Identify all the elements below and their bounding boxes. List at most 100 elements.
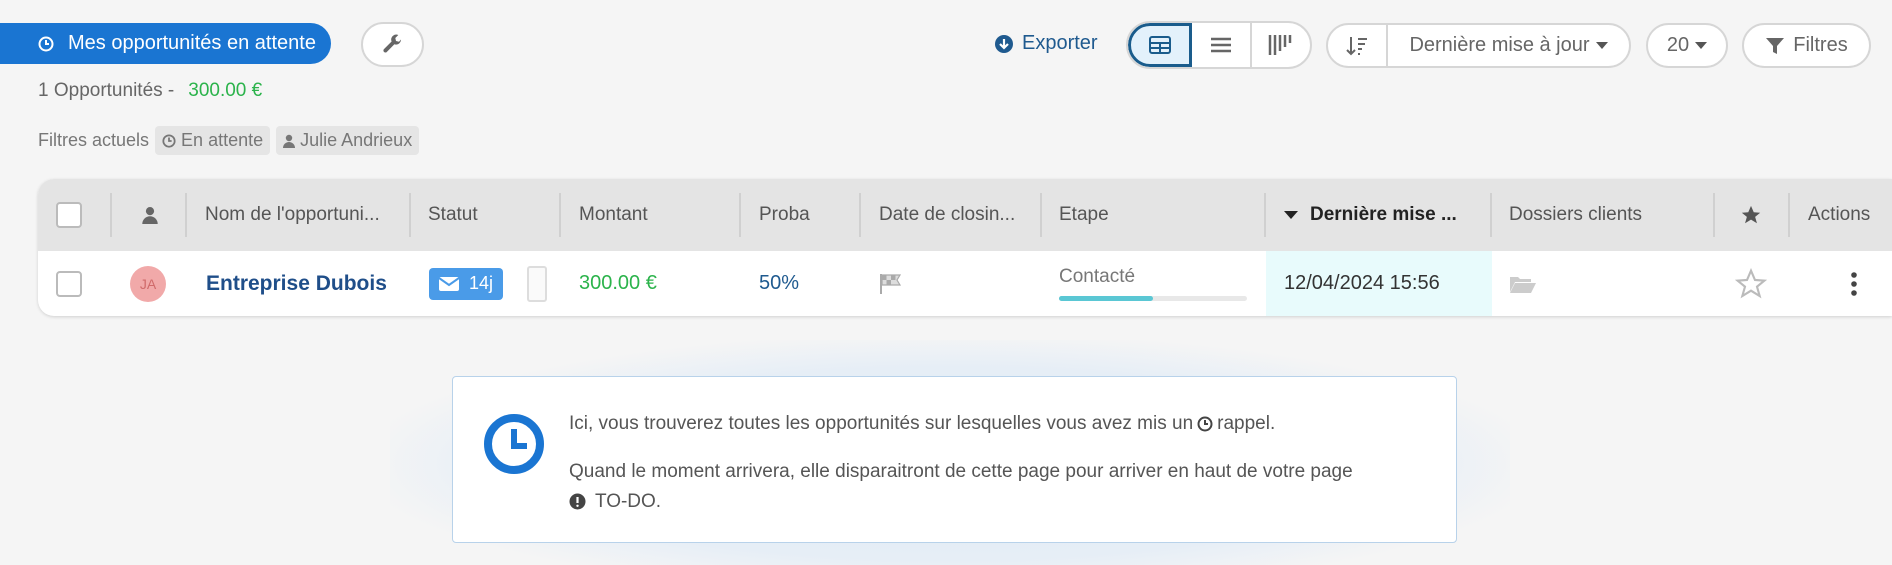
row-checkbox[interactable] xyxy=(56,251,82,316)
tools-button[interactable] xyxy=(361,22,424,67)
actions-column-header: Actions xyxy=(1808,204,1871,225)
folder-open-icon xyxy=(1510,276,1536,293)
clock-icon xyxy=(38,36,54,51)
amount-column-header[interactable]: Montant xyxy=(579,179,648,251)
column-separator xyxy=(1040,193,1042,237)
column-separator xyxy=(1713,193,1715,237)
table-icon xyxy=(1149,36,1171,54)
proba-cell: 50% xyxy=(759,272,800,294)
email-status-badge[interactable]: 14j xyxy=(429,267,504,300)
avatar[interactable]: JA xyxy=(130,251,166,316)
export-button[interactable]: Exporter xyxy=(994,32,1098,55)
info-line-1-end: rappel. xyxy=(1217,413,1276,434)
results-total-amount: 300.00 € xyxy=(188,80,263,101)
my-pending-opportunities-button[interactable]: Mes opportunités en attente xyxy=(0,23,331,64)
name-column-header[interactable]: Nom de l'opportuni... xyxy=(205,179,380,251)
column-separator xyxy=(1264,193,1266,237)
filter-chip-label: En attente xyxy=(181,130,264,150)
star-icon xyxy=(1741,205,1761,224)
my-pending-opportunities-label: Mes opportunités en attente xyxy=(68,32,316,54)
stage-column-header[interactable]: Etape xyxy=(1059,179,1109,251)
table-header: Nom de l'opportuni... Statut Montant Pro… xyxy=(38,179,1892,251)
info-line-2: Quand le moment arrivera, elle disparait… xyxy=(569,457,1439,517)
per-page-dropdown[interactable]: 20 xyxy=(1646,23,1728,68)
list-view-button[interactable] xyxy=(1192,23,1252,67)
column-separator xyxy=(185,193,187,237)
kanban-view-button[interactable] xyxy=(1252,23,1310,67)
sort-field-label: Dernière mise à jour xyxy=(1409,34,1590,56)
caret-down-icon xyxy=(1595,42,1608,49)
list-icon xyxy=(1211,37,1231,53)
column-separator xyxy=(1490,193,1492,237)
sort-desc-icon xyxy=(1346,36,1367,55)
envelope-icon xyxy=(439,276,459,291)
table-row[interactable]: JA Entreprise Dubois 14j 300.00 € 50% Co… xyxy=(38,251,1892,316)
clock-icon xyxy=(484,414,544,474)
column-separator xyxy=(409,193,411,237)
results-summary: 1 Opportunités - 300.00 € xyxy=(38,80,262,102)
filters-button[interactable]: Filtres xyxy=(1742,23,1871,68)
opportunities-table: Nom de l'opportuni... Statut Montant Pro… xyxy=(38,179,1892,316)
owner-column-header[interactable] xyxy=(142,179,158,251)
filter-icon xyxy=(1766,37,1785,54)
select-all-checkbox[interactable] xyxy=(56,179,82,251)
filter-chip-pending[interactable]: En attente xyxy=(155,126,271,155)
star-outline-icon xyxy=(1735,267,1767,298)
sort-desc-caret-icon xyxy=(1284,211,1298,219)
info-line-1-text: Ici, vous trouverez toutes les opportuni… xyxy=(569,413,1194,434)
column-separator xyxy=(739,193,741,237)
column-separator xyxy=(859,193,861,237)
folders-cell[interactable] xyxy=(1509,251,1537,316)
kanban-icon xyxy=(1268,35,1292,55)
closing-date-cell[interactable] xyxy=(879,251,903,316)
status-column-header[interactable]: Statut xyxy=(428,179,478,251)
closing-date-column-header[interactable]: Date de closin... xyxy=(879,179,1015,251)
table-view-button[interactable] xyxy=(1128,23,1192,67)
download-circle-icon xyxy=(995,34,1013,53)
sort-direction-button[interactable] xyxy=(1328,25,1388,66)
stage-cell[interactable]: Contacté xyxy=(1059,251,1247,316)
more-vertical-icon xyxy=(1851,271,1857,296)
status-extra-indicator xyxy=(527,265,548,302)
info-line-2-text: Quand le moment arrivera, elle disparait… xyxy=(569,461,1353,482)
checkered-flag-icon xyxy=(880,273,902,294)
avatar-initials: JA xyxy=(130,265,166,302)
user-icon xyxy=(283,134,296,148)
stage-progress-fill xyxy=(1059,296,1153,301)
opportunity-name: Entreprise Dubois xyxy=(206,271,387,295)
sort-control: Dernière mise à jour xyxy=(1326,23,1631,68)
stage-progress-bar xyxy=(1059,296,1247,301)
results-count: 1 Opportunités - xyxy=(38,80,175,101)
user-icon xyxy=(142,207,158,224)
folders-column-header[interactable]: Dossiers clients xyxy=(1509,179,1642,251)
current-filters: Filtres actuels En attente Julie Andrieu… xyxy=(38,126,420,155)
per-page-value: 20 xyxy=(1666,34,1690,56)
wrench-icon xyxy=(382,34,401,52)
favorite-star-button[interactable] xyxy=(1735,251,1767,316)
column-separator xyxy=(110,193,112,237)
column-separator xyxy=(559,193,561,237)
status-cell: 14j xyxy=(429,251,548,316)
updated-cell: 12/04/2024 15:56 xyxy=(1284,272,1440,294)
filter-chip-owner[interactable]: Julie Andrieux xyxy=(276,126,420,155)
info-box: Ici, vous trouverez toutes les opportuni… xyxy=(452,376,1457,543)
exclamation-circle-icon xyxy=(569,493,586,510)
email-status-days: 14j xyxy=(469,273,494,293)
amount-cell: 300.00 € xyxy=(579,272,657,294)
clock-icon xyxy=(162,133,176,148)
favorite-column-header[interactable] xyxy=(1740,179,1762,251)
view-switcher xyxy=(1126,21,1312,69)
info-line-1: Ici, vous trouverez toutes les opportuni… xyxy=(569,413,1275,435)
caret-down-icon xyxy=(1695,42,1708,49)
opportunity-name-link[interactable]: Entreprise Dubois xyxy=(206,251,387,316)
export-label: Exporter xyxy=(1022,32,1098,54)
column-separator xyxy=(1788,193,1790,237)
sort-field-dropdown[interactable]: Dernière mise à jour xyxy=(1388,34,1629,57)
row-actions-button[interactable] xyxy=(1850,251,1858,316)
filter-chip-label: Julie Andrieux xyxy=(300,130,413,150)
todo-link[interactable]: TO-DO. xyxy=(595,491,661,512)
stage-label: Contacté xyxy=(1059,266,1136,287)
filters-label: Filtres xyxy=(1793,34,1848,56)
proba-column-header[interactable]: Proba xyxy=(759,179,810,251)
updated-column-header[interactable]: Dernière mise ... xyxy=(1284,179,1457,251)
